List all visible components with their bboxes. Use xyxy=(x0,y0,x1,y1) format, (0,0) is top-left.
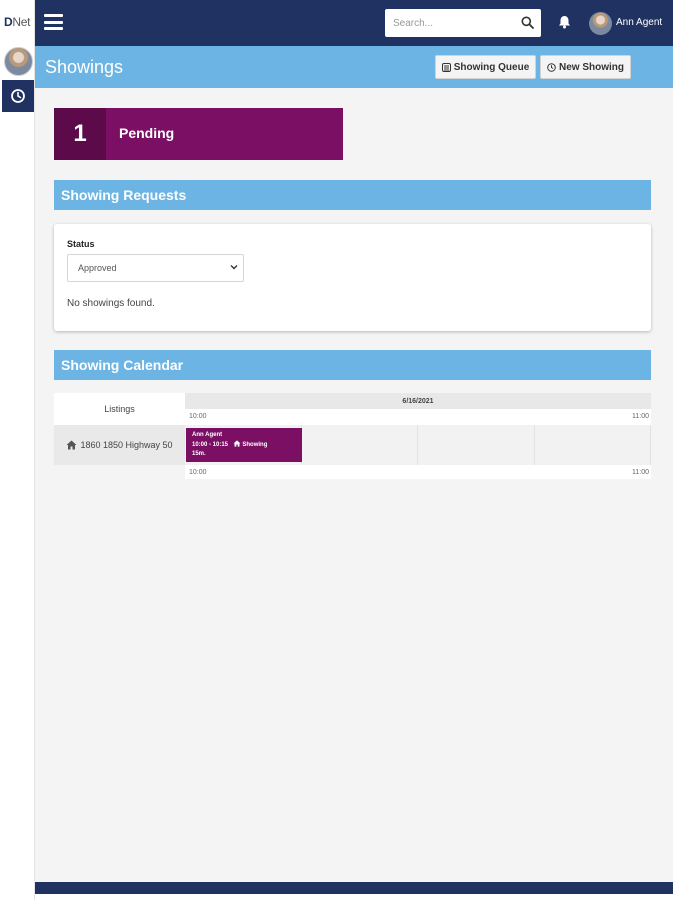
status-selected-value: Approved xyxy=(78,263,117,273)
top-navbar: Ann Agent xyxy=(35,0,673,46)
pending-card[interactable]: 1 Pending xyxy=(54,108,343,160)
showing-calendar-header: Showing Calendar xyxy=(54,350,651,380)
time-end-label: 11:00 xyxy=(632,413,649,420)
pending-label: Pending xyxy=(119,125,175,141)
listing-row-label[interactable]: 1860 1850 Highway 50 xyxy=(54,425,185,465)
search-box xyxy=(385,9,541,37)
page-title: Showings xyxy=(45,57,124,77)
footer-bar xyxy=(35,882,673,894)
home-icon xyxy=(233,440,241,447)
hamburger-menu-icon[interactable] xyxy=(44,14,63,30)
calendar-event[interactable]: Ann Agent 10:00 - 10:15 Showing 15m. xyxy=(186,428,302,462)
time-start-label: 10:00 xyxy=(189,469,207,476)
new-showing-label: New Showing xyxy=(559,61,624,73)
showing-queue-label: Showing Queue xyxy=(453,61,530,73)
home-icon xyxy=(66,440,77,450)
rail-avatar[interactable] xyxy=(4,47,33,76)
clock-icon xyxy=(11,89,25,103)
search-input[interactable] xyxy=(385,9,515,37)
event-time: 10:00 - 10:15 xyxy=(192,442,229,448)
new-showing-button[interactable]: New Showing xyxy=(540,55,631,79)
showing-calendar: Listings 6/16/2021 10:00 11:00 1860 1850… xyxy=(54,393,651,479)
status-select[interactable]: Approved xyxy=(67,254,244,282)
time-start-label: 10:00 xyxy=(189,413,207,420)
event-agent: Ann Agent xyxy=(192,432,223,438)
showing-requests-header: Showing Requests xyxy=(54,180,651,210)
listings-column-header: Listings xyxy=(54,393,185,425)
bell-icon[interactable] xyxy=(558,15,571,29)
calendar-date-header: 6/16/2021 xyxy=(185,393,651,409)
pending-count: 1 xyxy=(54,108,106,160)
user-name[interactable]: Ann Agent xyxy=(616,17,662,28)
calendar-time-row: 10:00 11:00 xyxy=(185,409,651,425)
brand-logo[interactable]: DNet xyxy=(4,15,30,29)
section-title: Showing Requests xyxy=(61,187,187,203)
clock-icon xyxy=(547,62,556,72)
search-icon[interactable] xyxy=(521,16,534,29)
event-details: 10:00 - 10:15 Showing xyxy=(192,440,296,450)
status-label: Status xyxy=(67,239,95,249)
main-content: 1 Pending Showing Requests Status Approv… xyxy=(35,88,673,882)
listing-address: 1860 1850 Highway 50 xyxy=(80,440,173,450)
showing-queue-button[interactable]: Showing Queue xyxy=(435,55,536,79)
user-avatar[interactable] xyxy=(589,12,612,35)
calendar-time-row-bottom: 10:00 11:00 xyxy=(185,465,651,479)
event-duration: 15m. xyxy=(192,451,206,457)
left-rail: DNet xyxy=(0,0,35,900)
list-icon xyxy=(441,62,451,72)
empty-message: No showings found. xyxy=(67,298,155,309)
section-title: Showing Calendar xyxy=(61,357,184,373)
page-header: Showings Showing Queue New Showing xyxy=(35,46,673,435)
chevron-down-icon xyxy=(230,265,238,270)
showing-requests-card: Status Approved No showings found. xyxy=(54,224,651,331)
event-type: Showing xyxy=(242,442,268,448)
clock-nav-button[interactable] xyxy=(2,80,34,112)
time-end-label: 11:00 xyxy=(632,469,649,476)
